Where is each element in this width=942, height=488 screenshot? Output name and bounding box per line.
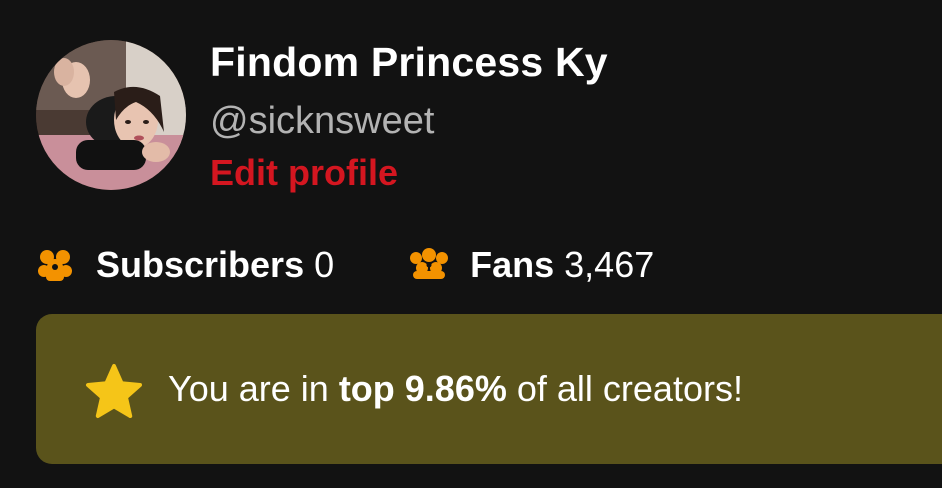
avatar-image (36, 40, 186, 190)
star-icon (86, 364, 142, 418)
subscribers-count: 0 (314, 244, 335, 285)
subscribers-stat[interactable]: Subscribers 0 (32, 240, 334, 290)
username: @sicknsweet (210, 100, 435, 142)
creator-rank-banner[interactable]: You are in top 9.86% of all creators! (36, 314, 942, 464)
subscribers-label: Subscribers (96, 244, 305, 285)
fans-label: Fans (470, 244, 555, 285)
banner-highlight: top 9.86% (338, 368, 507, 409)
avatar[interactable] (36, 40, 186, 190)
banner-text: You are in top 9.86% of all creators! (168, 365, 743, 413)
edit-profile-link[interactable]: Edit profile (210, 150, 608, 196)
display-name: Findom Princess Ky (210, 39, 608, 85)
fans-count: 3,467 (564, 244, 655, 285)
stats-row: Subscribers 0 Fans 3,467 (32, 240, 654, 290)
fans-icon (406, 242, 452, 288)
fans-stat[interactable]: Fans 3,467 (406, 240, 654, 290)
banner-suffix: of all creators! (506, 368, 743, 409)
profile-page: Findom Princess Ky @sicknsweet Edit prof… (0, 0, 942, 488)
profile-info: Findom Princess Ky @sicknsweet Edit prof… (210, 36, 608, 196)
banner-prefix: You are in (168, 368, 339, 409)
subscribers-icon (32, 242, 78, 288)
